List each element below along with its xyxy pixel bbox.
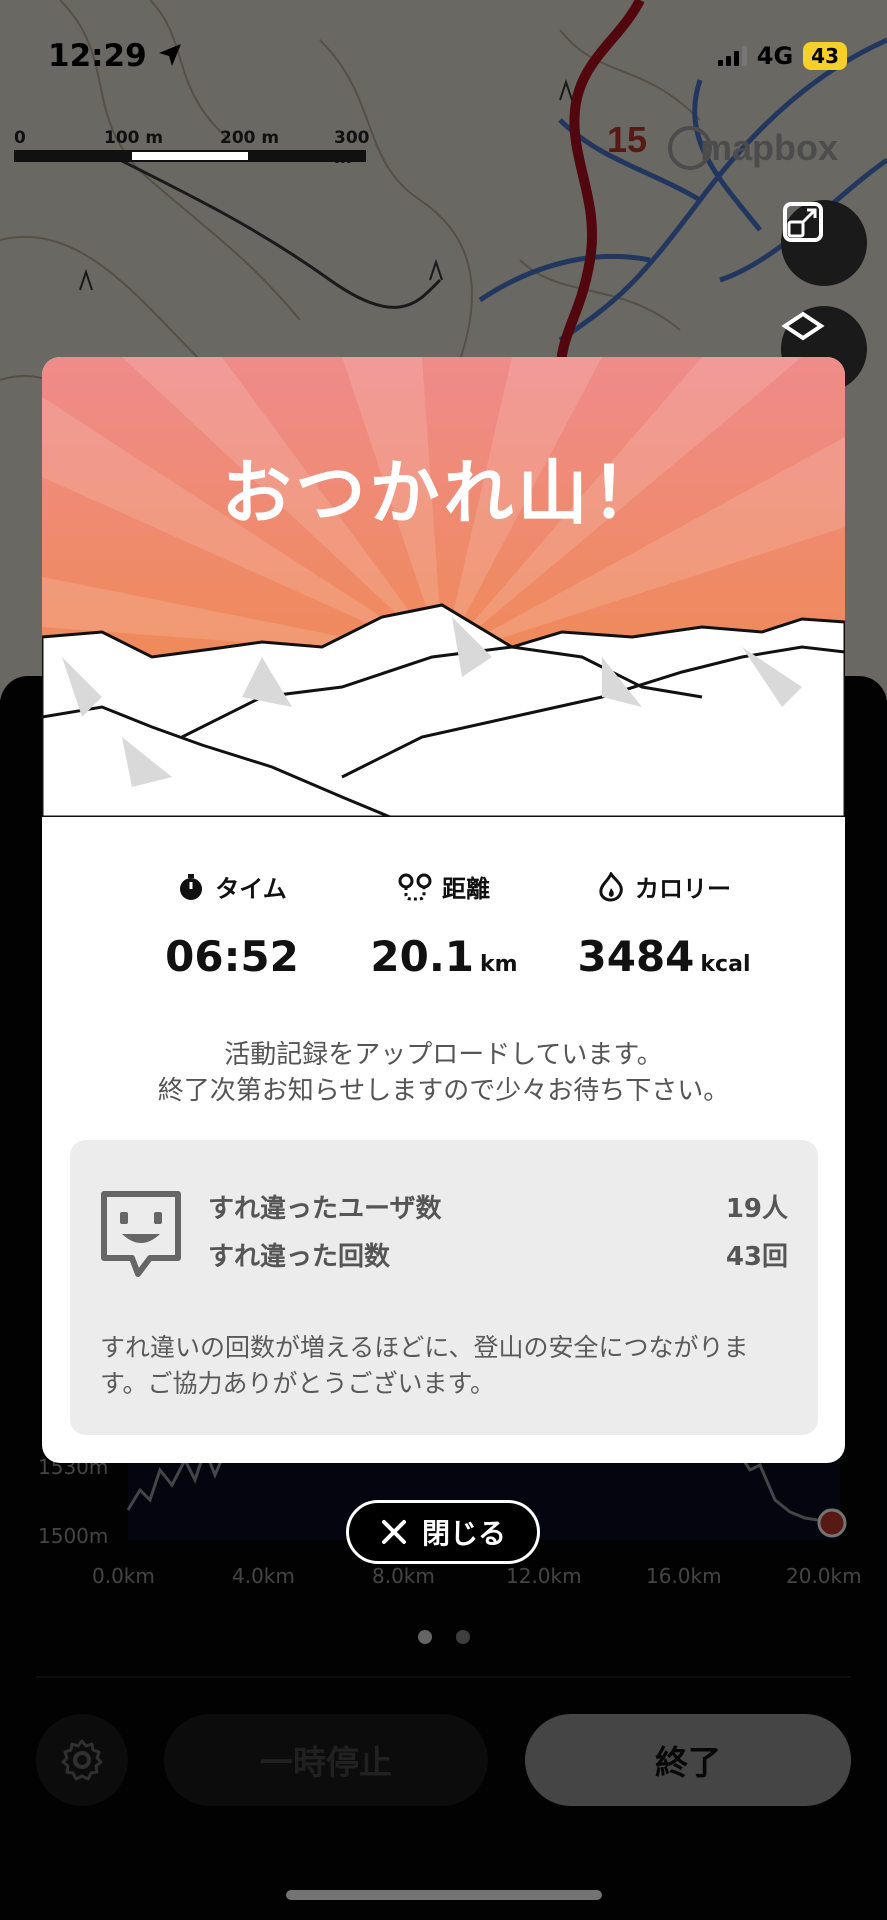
stat-distance: 距離 20.1 km: [334, 869, 554, 981]
mountain-illustration: [42, 357, 845, 817]
network-type: 4G: [756, 42, 794, 70]
layers-icon: [781, 311, 825, 341]
elevation-x-label: 20.0km: [786, 1564, 862, 1588]
home-indicator[interactable]: [286, 1890, 602, 1900]
expand-icon: [783, 202, 823, 242]
upload-message-line: 活動記録をアップロードしています。: [224, 1040, 663, 1070]
close-button[interactable]: 閉じる: [346, 1500, 540, 1564]
upload-message-line: 終了次第お知らせしますので少々お待ち下さい。: [157, 1076, 730, 1106]
status-time: 12:29: [48, 38, 183, 74]
passing-users-label: すれ違ったユーザ数: [208, 1194, 442, 1224]
elevation-y-label: 1500m: [38, 1524, 109, 1548]
scale-label: 100 m: [104, 128, 164, 148]
page-dot[interactable]: [417, 1630, 432, 1644]
stat-calories-unit: kcal: [700, 952, 751, 977]
stat-calories-label: カロリー: [635, 875, 731, 903]
modal-title: おつかれ山！: [221, 452, 666, 534]
upload-message: 活動記録をアップロードしています。 終了次第お知らせしますので少々お待ち下さい。: [42, 1037, 845, 1109]
passing-note: すれ違いの回数が増えるほどに、登山の安全につながります。ご協力ありがとうございま…: [100, 1333, 749, 1398]
scale-label: 300 m: [334, 128, 370, 168]
close-button-label: 閉じる: [421, 1517, 506, 1550]
passing-count-row: すれ違った回数 43回: [208, 1236, 788, 1273]
end-button[interactable]: 終了: [525, 1714, 851, 1806]
passing-users-row: すれ違ったユーザ数 19人: [208, 1188, 788, 1225]
gear-icon: [61, 1739, 103, 1781]
stat-calories: カロリー 3484 kcal: [554, 869, 774, 981]
elevation-x-label: 4.0km: [232, 1564, 295, 1588]
stat-time-label: タイム: [215, 875, 287, 903]
scale-label: 0: [14, 128, 26, 148]
route-marker: 15: [607, 119, 647, 160]
stat-distance-unit: km: [480, 952, 518, 977]
map-scale: 0 100 m 200 m 300 m: [14, 128, 374, 168]
divider: [36, 1676, 851, 1678]
status-indicators: 4G 43: [717, 38, 847, 74]
location-arrow-icon: [159, 44, 182, 66]
stat-time: タイム 06:52: [122, 869, 342, 981]
page-indicator: [0, 1630, 887, 1644]
elevation-x-label: 8.0km: [372, 1564, 435, 1588]
expand-map-button[interactable]: [781, 200, 867, 286]
flame-icon: [599, 871, 623, 902]
stat-distance-value: 20.1: [370, 932, 475, 981]
passing-count-value: 43回: [725, 1242, 788, 1272]
elevation-x-label: 12.0km: [506, 1564, 582, 1588]
route-icon: [398, 873, 432, 900]
passing-face-icon: [101, 1191, 181, 1277]
close-icon: [381, 1520, 406, 1544]
mapbox-attribution: mapbox: [700, 127, 838, 168]
completion-modal: おつかれ山！ タイム 06:52 距離 20.1 km カロリー 3484 kc…: [42, 357, 845, 1463]
scale-label: 200 m: [220, 128, 280, 148]
stat-distance-label: 距離: [442, 875, 490, 903]
control-bar: 一時停止 終了: [0, 1714, 887, 1806]
battery-level: 43: [803, 42, 847, 70]
pause-button[interactable]: 一時停止: [164, 1714, 488, 1806]
stat-time-value: 06:52: [165, 932, 299, 981]
stopwatch-icon: [180, 873, 203, 900]
signal-icon: [717, 46, 747, 66]
passing-card: すれ違ったユーザ数 19人 すれ違った回数 43回 すれ違いの回数が増えるほどに…: [70, 1140, 818, 1435]
elevation-x-label: 0.0km: [92, 1564, 155, 1588]
settings-button[interactable]: [36, 1714, 128, 1806]
passing-count-label: すれ違った回数: [208, 1242, 391, 1272]
stat-calories-value: 3484: [577, 932, 695, 981]
page-dot[interactable]: [455, 1630, 470, 1644]
elevation-x-label: 16.0km: [646, 1564, 722, 1588]
passing-users-value: 19人: [725, 1194, 788, 1224]
